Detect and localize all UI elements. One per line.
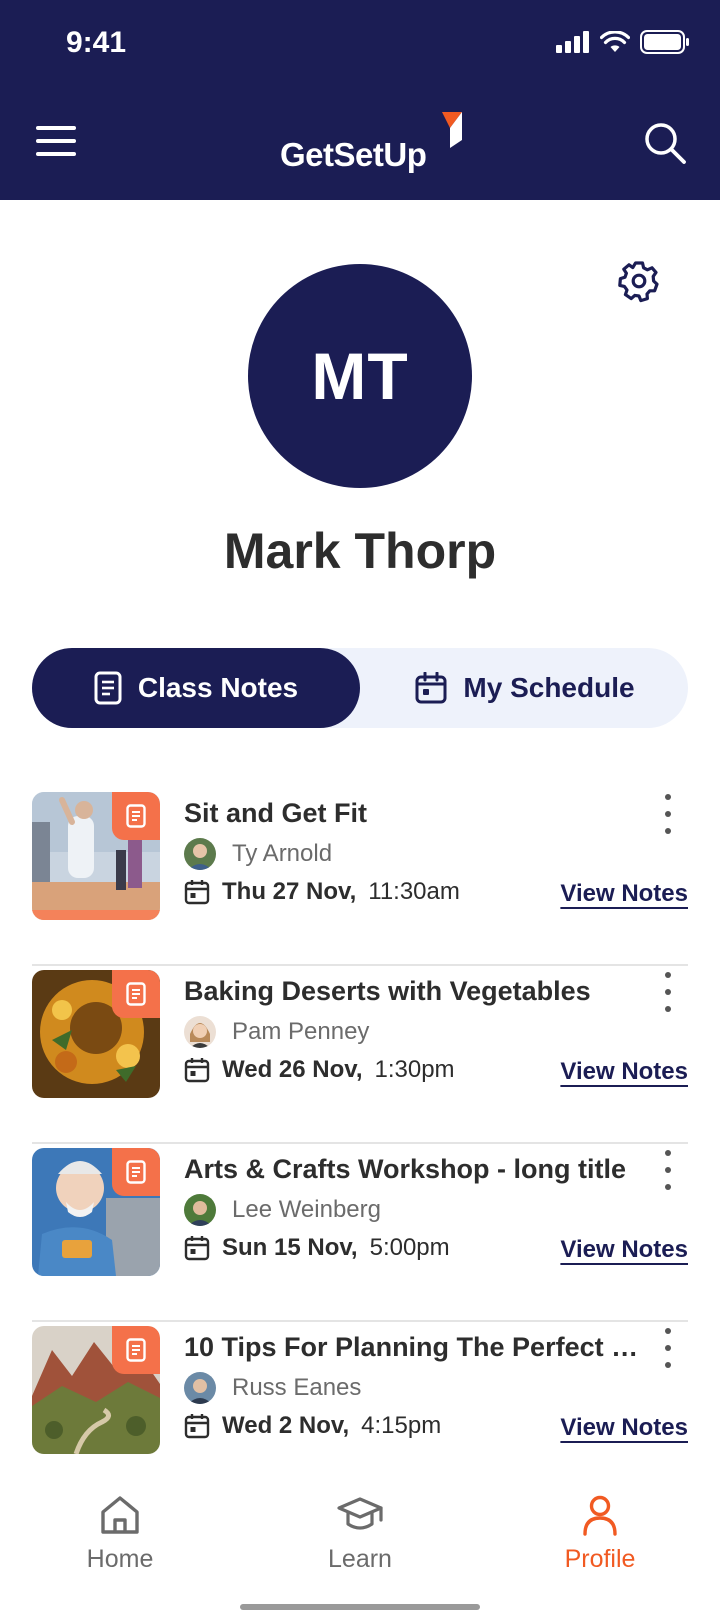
profile-name: Mark Thorp: [223, 523, 497, 579]
nav-profile[interactable]: Profile: [520, 1494, 680, 1574]
status-icons: [556, 30, 690, 54]
class-instructor: Lee Weinberg: [184, 1194, 381, 1226]
nav-learn-label: Learn: [328, 1545, 392, 1573]
instructor-avatar: [184, 1194, 216, 1226]
class-thumbnail: [32, 792, 160, 920]
class-thumbnail: [32, 970, 160, 1098]
home-icon: [101, 1496, 139, 1534]
class-datetime: Wed 2 Nov, 4:15pm: [184, 1412, 441, 1440]
class-instructor: Pam Penney: [184, 1016, 369, 1048]
instructor-name: Lee Weinberg: [232, 1196, 381, 1223]
logo-mark-icon: [442, 112, 462, 148]
view-notes-link[interactable]: View Notes: [560, 1058, 688, 1086]
notes-badge-icon: [112, 1148, 160, 1196]
instructor-avatar: [184, 1016, 216, 1048]
wifi-icon: [600, 31, 630, 52]
instructor-name: Pam Penney: [232, 1018, 370, 1045]
class-date: Wed 2 Nov,: [222, 1412, 350, 1439]
tab-class-notes-label: Class Notes: [137, 672, 299, 703]
class-date: Sun 15 Nov,: [222, 1234, 358, 1261]
menu-button[interactable]: [36, 126, 76, 158]
list-item[interactable]: Baking Deserts with Vegetables Pam Penne…: [32, 966, 688, 1144]
search-icon[interactable]: [642, 120, 688, 166]
notes-icon: [94, 671, 122, 705]
class-thumbnail: [32, 1326, 160, 1454]
class-thumbnail: [32, 1148, 160, 1276]
home-indicator: [240, 1604, 480, 1610]
nav-home-label: Home: [86, 1545, 154, 1573]
class-instructor: Russ Eanes: [184, 1372, 361, 1404]
list-item[interactable]: Sit and Get Fit Ty Arnold Thu 27 Nov, 11…: [32, 788, 688, 966]
person-icon: [583, 1495, 617, 1536]
profile-tabs: Class Notes My Schedule: [32, 648, 688, 728]
class-title: 10 Tips For Planning The Perfect Trip: [184, 1332, 644, 1362]
class-date: Thu 27 Nov,: [222, 878, 357, 905]
status-time: 9:41: [66, 26, 127, 59]
bottom-navigation: Home Learn Profile: [0, 1466, 720, 1624]
notes-badge-icon: [112, 1326, 160, 1374]
tab-my-schedule-label: My Schedule: [463, 672, 635, 703]
instructor-name: Russ Eanes: [232, 1374, 362, 1401]
battery-icon: [640, 30, 689, 54]
settings-gear-icon[interactable]: [616, 258, 662, 304]
class-time: 4:15pm: [361, 1412, 442, 1439]
getsetup-logo: GetSetUp: [280, 104, 480, 174]
instructor-name: Ty Arnold: [232, 840, 333, 867]
class-title: Baking Deserts with Vegetables: [184, 976, 591, 1006]
logo-text: GetSetUp: [280, 136, 427, 173]
tab-class-notes[interactable]: Class Notes: [32, 648, 360, 728]
more-options-icon[interactable]: [658, 1328, 678, 1368]
class-time: 11:30am: [368, 878, 460, 905]
view-notes-link[interactable]: View Notes: [560, 880, 688, 908]
class-datetime: Sun 15 Nov, 5:00pm: [184, 1234, 450, 1262]
notes-badge-icon: [112, 792, 160, 840]
view-notes-link[interactable]: View Notes: [560, 1236, 688, 1264]
class-notes-list: Sit and Get Fit Ty Arnold Thu 27 Nov, 11…: [32, 788, 688, 1498]
calendar-icon: [184, 1236, 210, 1261]
more-options-icon[interactable]: [658, 1150, 678, 1190]
profile-avatar: MT: [248, 264, 472, 488]
more-options-icon[interactable]: [658, 794, 678, 834]
calendar-icon: [415, 672, 447, 704]
calendar-icon: [184, 880, 210, 905]
class-instructor: Ty Arnold: [184, 838, 332, 870]
nav-home[interactable]: Home: [40, 1494, 200, 1574]
class-datetime: Wed 26 Nov, 1:30pm: [184, 1056, 455, 1084]
class-title: Arts & Crafts Workshop - long title: [184, 1154, 627, 1184]
calendar-icon: [184, 1058, 210, 1083]
instructor-avatar: [184, 1372, 216, 1404]
view-notes-link[interactable]: View Notes: [560, 1414, 688, 1442]
avatar-initials: MT: [311, 339, 409, 413]
list-item[interactable]: Arts & Crafts Workshop - long title Lee …: [32, 1144, 688, 1322]
nav-learn[interactable]: Learn: [280, 1494, 440, 1574]
calendar-icon: [184, 1414, 210, 1439]
graduation-cap-icon: [337, 1497, 383, 1530]
instructor-avatar: [184, 838, 216, 870]
class-time: 1:30pm: [374, 1056, 455, 1083]
tab-my-schedule[interactable]: My Schedule: [362, 648, 688, 728]
notes-badge-icon: [112, 970, 160, 1018]
class-datetime: Thu 27 Nov, 11:30am: [184, 878, 460, 906]
more-options-icon[interactable]: [658, 972, 678, 1012]
class-title: Sit and Get Fit: [184, 798, 368, 828]
class-date: Wed 26 Nov,: [222, 1056, 363, 1083]
nav-profile-label: Profile: [564, 1545, 636, 1573]
app-header: 9:41 GetSetUp: [0, 0, 720, 200]
cellular-signal-icon: [556, 31, 589, 53]
class-time: 5:00pm: [369, 1234, 450, 1261]
